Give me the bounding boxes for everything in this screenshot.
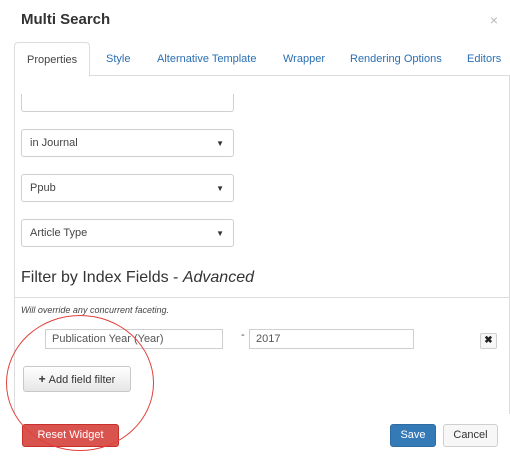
reset-widget-button[interactable]: Reset Widget xyxy=(22,424,119,447)
dialog-title: Multi Search xyxy=(21,11,111,28)
filter-section-title: Filter by Index Fields - Advanced xyxy=(21,269,254,287)
divider xyxy=(15,297,509,298)
dialog-header: Multi Search × xyxy=(0,0,510,40)
chevron-down-icon: ▼ xyxy=(216,184,224,193)
save-button[interactable]: Save xyxy=(390,424,436,447)
tab-editors[interactable]: Editors xyxy=(467,42,501,76)
chevron-down-icon: ▼ xyxy=(216,139,224,148)
index-field-input[interactable]: Publication Year (Year) xyxy=(45,329,223,349)
tab-rendering-options[interactable]: Rendering Options xyxy=(350,42,442,76)
partial-input[interactable] xyxy=(21,94,234,112)
plus-icon: + xyxy=(38,372,46,386)
close-icon[interactable]: × xyxy=(490,12,498,28)
pub-date-select[interactable]: Ppub ▼ xyxy=(21,174,234,202)
article-type-select[interactable]: Article Type ▼ xyxy=(21,219,234,247)
dialog-footer: Reset Widget Save Cancel xyxy=(0,414,510,457)
publication-select-value: in Journal xyxy=(30,137,78,149)
tab-wrapper[interactable]: Wrapper xyxy=(283,42,325,76)
pub-date-select-value: Ppub xyxy=(30,182,56,194)
filter-title-advanced: Advanced xyxy=(182,269,254,286)
tab-properties[interactable]: Properties xyxy=(14,42,91,77)
filter-hint: Will override any concurrent faceting. xyxy=(21,305,169,315)
add-field-filter-label: Add field filter xyxy=(48,374,116,386)
range-separator: - xyxy=(241,329,245,341)
tab-bar: Properties Style Alternative Template Wr… xyxy=(14,42,510,77)
tab-style[interactable]: Style xyxy=(106,42,130,76)
chevron-down-icon: ▼ xyxy=(216,229,224,238)
article-type-select-value: Article Type xyxy=(30,227,88,239)
properties-panel: in Journal ▼ Ppub ▼ Article Type ▼ Filte… xyxy=(14,76,510,414)
add-field-filter-button[interactable]: + Add field filter xyxy=(23,366,131,392)
publication-select[interactable]: in Journal ▼ xyxy=(21,129,234,157)
tab-alternative-template[interactable]: Alternative Template xyxy=(157,42,256,76)
remove-filter-button[interactable]: ✖ xyxy=(480,333,497,349)
cancel-button[interactable]: Cancel xyxy=(443,424,498,447)
range-value-input[interactable]: 2017 xyxy=(249,329,414,349)
filter-title-text: Filter by Index Fields - xyxy=(21,269,183,286)
